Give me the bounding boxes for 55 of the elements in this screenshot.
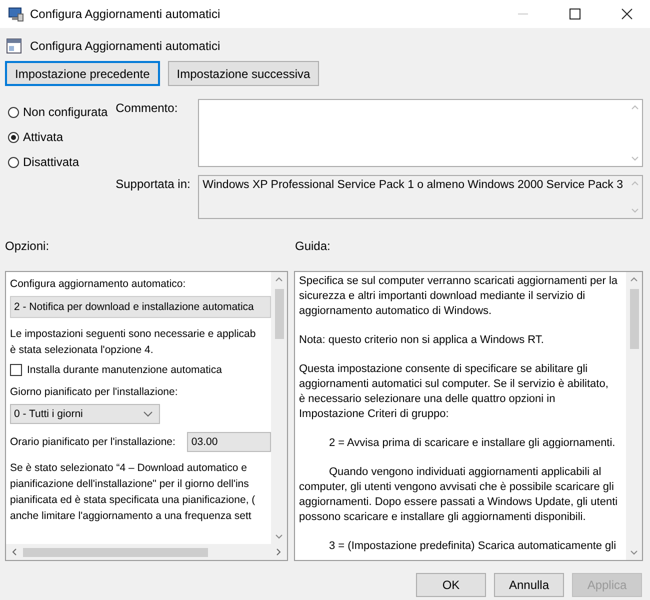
- radio-option[interactable]: Non configurata: [8, 105, 116, 119]
- option-description: Le impostazioni seguenti sono necessarie e applicab è stata selezionata l'opzione 4.: [10, 327, 257, 358]
- chevron-up-icon: [275, 277, 283, 282]
- scrollbar-thumb[interactable]: [274, 289, 284, 339]
- radio-option[interactable]: Attivata: [8, 130, 116, 144]
- checkbox[interactable]: [10, 364, 22, 376]
- maximize-icon[interactable]: [569, 8, 581, 20]
- horizontal-scrollbar[interactable]: [6, 544, 287, 560]
- computer-icon: [8, 6, 24, 22]
- chevron-up-icon: [630, 181, 638, 186]
- day-dropdown[interactable]: 0 - Tutti i giorni: [10, 404, 160, 424]
- scrollbar-thumb[interactable]: [23, 548, 208, 556]
- chevron-up-icon: [630, 105, 638, 110]
- radio-button[interactable]: [8, 132, 19, 142]
- help-paragraph: Questa impostazione consente di specificare se abilitare gli aggiornamenti automatici sul computer. Se il servizio è abilitato, è necessario selezionare una delle quattro opzioni in Impostazione Criteri di gruppo:: [299, 362, 610, 422]
- chevron-down-icon: [630, 208, 638, 213]
- chevron-up-icon: [630, 277, 638, 282]
- help-label: Guida:: [295, 239, 330, 253]
- nav-button[interactable]: Impostazione precedente: [5, 61, 160, 86]
- chevron-down-icon: [275, 534, 283, 539]
- dialog-button[interactable]: OK: [416, 573, 486, 597]
- nav-button[interactable]: Impostazione successiva: [168, 61, 320, 86]
- dialog-button[interactable]: Annulla: [494, 573, 564, 597]
- help-paragraph: Quando vengono individuati aggiornamenti applicabili al computer, gli utenti vengono avvisati che è possibile scaricare gli aggiornamenti. Dopo essere passati a Windows Update, gli utenti possono scaricare e installare gli aggiornamenti disponibili.: [299, 465, 619, 525]
- help-paragraph: 2 = Avvisa prima di scaricare e installare gli aggiornamenti.: [328, 436, 616, 451]
- chevron-down-icon: [143, 411, 153, 417]
- checkbox-option[interactable]: Installa durante manutenzione automatica: [10, 364, 271, 376]
- time-field[interactable]: 03.00: [187, 432, 271, 452]
- chevron-right-icon: [276, 548, 281, 556]
- chevron-down-icon: [630, 156, 638, 161]
- window-title: Configura Aggiornamenti automatici: [30, 7, 220, 21]
- comment-field[interactable]: [198, 99, 643, 167]
- help-paragraph: Nota: questo criterio non si applica a Windows RT.: [299, 333, 545, 348]
- scrollbar-thumb[interactable]: [630, 289, 638, 349]
- vertical-scrollbar[interactable]: [626, 272, 642, 560]
- chevron-down-icon: [630, 550, 638, 555]
- radio-button[interactable]: [8, 156, 19, 168]
- close-icon[interactable]: [621, 8, 633, 20]
- help-paragraph: Specifica se sul computer verranno scaricati aggiornamenti per la sicurezza e altri importanti download mediante il servizio di aggiornamento automatico di Windows.: [299, 274, 619, 319]
- time-label: Orario pianificato per l'installazione:: [10, 436, 176, 448]
- option-label: Giorno pianificato per l'installazione:: [10, 386, 179, 398]
- update-mode-dropdown[interactable]: 2 - Notifica per download e installazione automatica: [10, 296, 271, 318]
- radio-button[interactable]: [8, 106, 19, 118]
- radio-option[interactable]: Disattivata: [8, 155, 116, 169]
- supported-field: Windows XP Professional Service Pack 1 o almeno Windows 2000 Service Pack 3: [198, 175, 643, 219]
- supported-label: Supportata in:: [116, 176, 192, 193]
- policy-icon: [6, 38, 22, 54]
- comment-label: Commento:: [116, 100, 179, 117]
- option-description: Se è stato selezionato “4 – Download automatico e pianificazione dell'installazione" per il giorno dell'ins pianificata ed è stata specificata una pianificazione, ( anche limitare l'aggiornamento a una frequenza sett: [10, 461, 256, 524]
- help-paragraph: 3 = (Impostazione predefinita) Scarica automaticamente gli: [328, 539, 618, 554]
- vertical-scrollbar[interactable]: [271, 272, 287, 544]
- policy-title: Configura Aggiornamenti automatici: [30, 39, 220, 53]
- chevron-left-icon: [12, 548, 17, 556]
- option-label: Configura aggiornamento automatico:: [10, 278, 187, 290]
- options-label: Opzioni:: [5, 239, 50, 253]
